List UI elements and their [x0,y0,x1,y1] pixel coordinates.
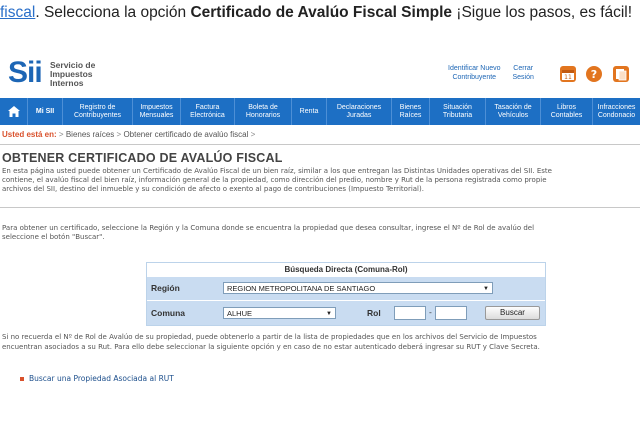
header-icons: 11 ? [560,66,635,84]
rol-label: Rol [367,308,381,318]
nav-tasacion-vehiculos[interactable]: Tasación de Vehículos [486,98,541,125]
note-text: Si no recuerda el Nº de Rol de Avalúo de… [2,333,540,351]
nav-renta[interactable]: Renta [292,98,327,125]
region-select[interactable]: REGION METROPOLITANA DE SANTIAGO ▼ [223,282,493,294]
region-select-value: REGION METROPOLITANA DE SANTIAGO [227,284,376,293]
documents-icon[interactable] [612,66,629,82]
breadcrumb-sep: > [116,130,122,139]
region-label: Región [151,283,180,293]
caption-text-bold: Certificado de Avalúo Fiscal Simple [190,4,452,21]
nav-libros-contables[interactable]: Libros Contables [541,98,593,125]
chevron-down-icon: ▼ [326,311,332,317]
caption-text-before: . Selecciona la opción [35,4,191,21]
nav-home[interactable] [0,98,28,125]
caption-link-fiscal[interactable]: fiscal [0,4,35,21]
rol-dash: - [429,307,432,317]
chevron-down-icon: ▼ [483,286,489,292]
home-icon [7,106,20,117]
header-links: Identificar Nuevo Contribuyente Cerrar S… [448,65,544,82]
breadcrumb: Usted está en: > Bienes raíces > Obtener… [2,130,255,139]
instructions-text: Para obtener un certificado, seleccione … [2,224,535,242]
comuna-select-value: ALHUE [227,309,253,318]
logo-text: Servicio de Impuestos Internos [50,60,96,88]
divider [0,144,640,145]
tutorial-caption: fiscal. Selecciona la opción Certificado… [0,0,640,28]
nav-declaraciones-juradas[interactable]: Declaraciones Juradas [327,98,392,125]
breadcrumb-item-bienes-raices[interactable]: Bienes raíces [66,130,114,139]
breadcrumb-sep: > [58,130,64,139]
comuna-label: Comuna [151,308,185,318]
help-icon[interactable]: ? [586,66,603,82]
breadcrumb-item-current: Obtener certificado de avalúo fiscal [123,130,249,139]
nav-situacion-tributaria[interactable]: Situación Tributaria [430,98,486,125]
form-row-region: Región REGION METROPOLITANA DE SANTIAGO … [147,277,545,300]
svg-text:?: ? [591,68,597,81]
site-header: Sii Servicio de Impuestos Internos Ident… [0,50,640,94]
nav-infracciones-condonaciones[interactable]: Infracciones Condonacio [593,98,640,125]
identify-contributor-link[interactable]: Identificar Nuevo Contribuyente [448,65,501,82]
search-button[interactable]: Buscar [485,306,540,320]
nav-registro-contribuyentes[interactable]: Registro de Contribuyentes [63,98,133,125]
nav-bienes-raices[interactable]: Bienes Raíces [392,98,430,125]
logo-mark: Sii [8,56,43,89]
nav-mi-sii[interactable]: Mi SII [28,98,63,125]
logout-link[interactable]: Cerrar Sesión [512,65,533,82]
svg-text:11: 11 [564,74,572,81]
bullet-icon [20,377,24,381]
form-row-comuna-rol: Comuna ALHUE ▼ Rol - Buscar [147,301,545,325]
intro-text: En esta página usted puede obtener un Ce… [2,167,552,194]
sii-logo[interactable]: Sii Servicio de Impuestos Internos [8,57,108,91]
nav-impuestos-mensuales[interactable]: Impuestos Mensuales [133,98,181,125]
nav-boleta-honorarios[interactable]: Boleta de Honorarios [235,98,292,125]
nav-factura-electronica[interactable]: Factura Electrónica [181,98,235,125]
comuna-select[interactable]: ALHUE ▼ [223,307,336,319]
main-nav: Mi SII Registro de Contribuyentes Impuest… [0,98,640,125]
rol-input-1[interactable] [394,306,426,320]
calendar-icon[interactable]: 11 [560,66,576,82]
search-by-rut-label: Buscar una Propiedad Asociada al RUT [29,374,174,383]
form-title: Búsqueda Directa (Comuna-Rol) [147,263,545,276]
caption-text-after: ¡Sigue los pasos, es fácil! [452,4,633,21]
direct-search-form: Búsqueda Directa (Comuna-Rol) Región REG… [146,262,546,326]
search-by-rut-link[interactable]: Buscar una Propiedad Asociada al RUT [20,374,174,383]
divider [0,207,640,208]
breadcrumb-here-label: Usted está en: [2,130,57,139]
page-title: OBTENER CERTIFICADO DE AVALÚO FISCAL [2,151,283,165]
breadcrumb-sep: > [250,130,256,139]
rol-input-2[interactable] [435,306,467,320]
